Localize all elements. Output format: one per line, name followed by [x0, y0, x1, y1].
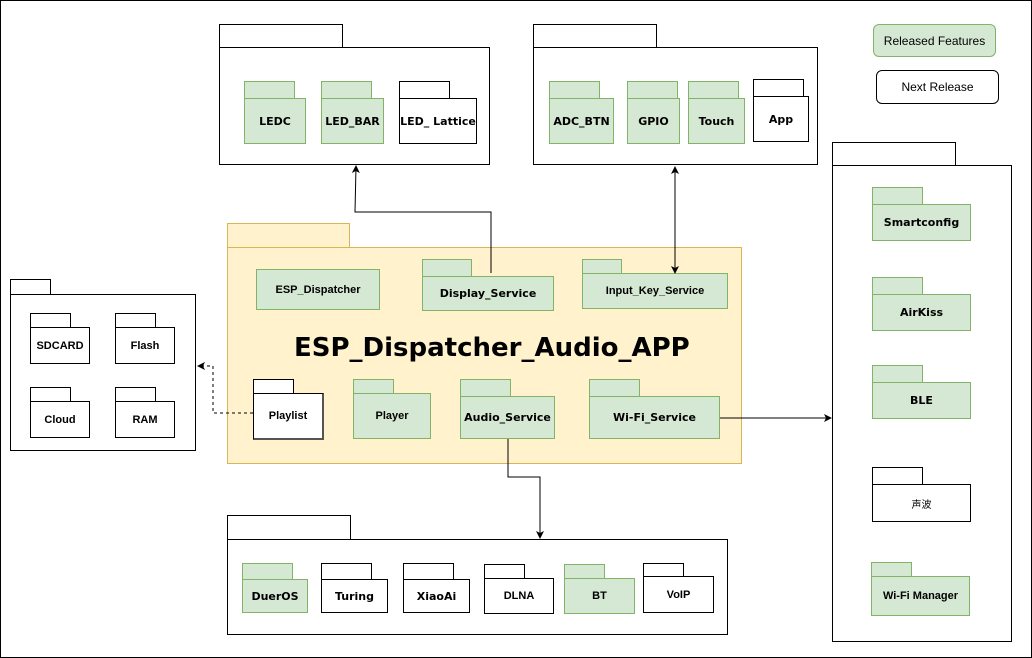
- connector-audio-to-cloud: [507, 439, 544, 539]
- connector-display-to-drivers: [351, 165, 492, 273]
- connectors: [197, 165, 832, 539]
- connector-playlist-to-storage: [197, 362, 253, 414]
